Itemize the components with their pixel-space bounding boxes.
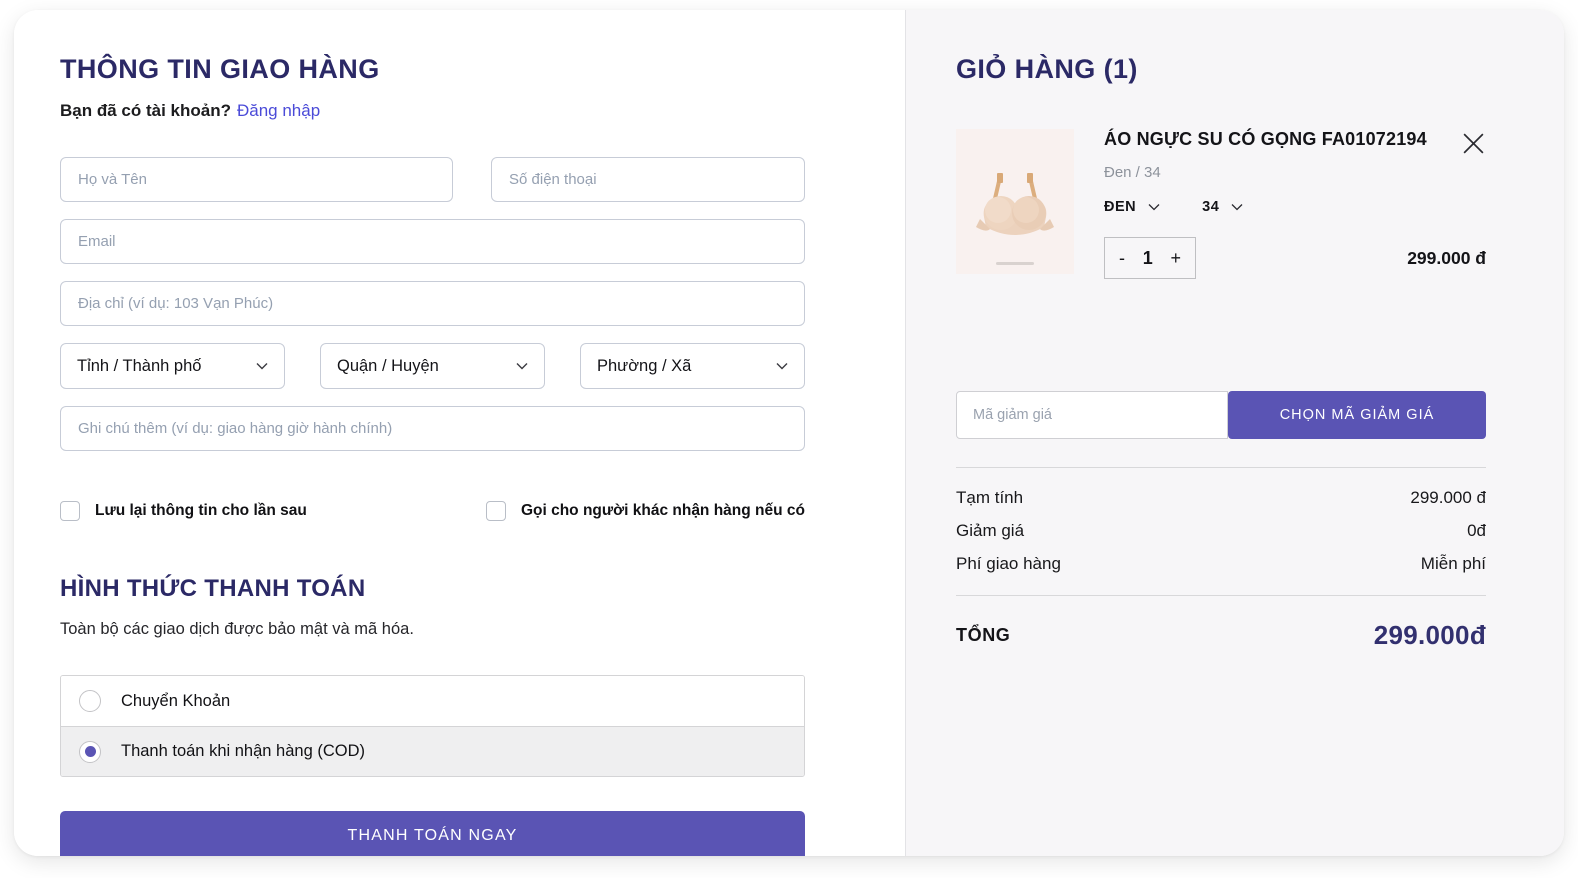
ward-select-value: Phường / Xã: [597, 357, 691, 376]
choose-discount-button[interactable]: CHỌN MÃ GIẢM GIÁ: [1228, 391, 1486, 439]
ward-select[interactable]: Phường / Xã: [580, 343, 805, 389]
address-field[interactable]: [60, 281, 805, 326]
secure-note: Toàn bộ các giao dịch được bảo mật và mã…: [60, 620, 805, 639]
province-select-value: Tỉnh / Thành phố: [77, 357, 201, 376]
subtotal-value: 299.000 đ: [1410, 488, 1486, 508]
product-name: ÁO NGỰC SU CÓ GỌNG FA01072194: [1104, 129, 1486, 150]
phone-field[interactable]: [491, 157, 805, 202]
shipping-form: Tỉnh / Thành phố Quận / Huyện Phường / X…: [60, 157, 805, 451]
subtotal-label: Tạm tính: [956, 488, 1023, 508]
radio-selected-icon: [79, 741, 101, 763]
call-other-label: Gọi cho người khác nhận hàng nếu có: [521, 502, 805, 520]
discount-label: Giảm giá: [956, 521, 1024, 541]
login-link[interactable]: Đăng nhập: [237, 101, 320, 120]
color-select-value: ĐEN: [1104, 199, 1136, 215]
payment-option-cod[interactable]: Thanh toán khi nhận hàng (COD): [61, 726, 804, 776]
item-price: 299.000 đ: [1407, 248, 1486, 269]
checkbox-icon: [486, 501, 506, 521]
chevron-down-icon: [1231, 203, 1243, 211]
quantity-stepper: - 1 +: [1104, 237, 1196, 279]
shipping-title: THÔNG TIN GIAO HÀNG: [60, 54, 805, 85]
payment-option-label: Thanh toán khi nhận hàng (COD): [121, 742, 365, 761]
district-select-value: Quận / Huyện: [337, 357, 439, 376]
call-other-checkbox[interactable]: Gọi cho người khác nhận hàng nếu có: [486, 501, 805, 521]
account-prompt: Bạn đã có tài khoản? Đăng nhập: [60, 101, 805, 121]
summary-divider: [956, 467, 1486, 468]
checkbox-row: Lưu lại thông tin cho lần sau Gọi cho ng…: [60, 501, 805, 521]
chevron-down-icon: [1148, 203, 1160, 211]
product-variant: Đen / 34: [1104, 164, 1486, 181]
summary-row-shipping: Phí giao hàng Miễn phí: [956, 547, 1486, 580]
size-select[interactable]: 34: [1202, 199, 1243, 215]
summary-row-discount: Giảm giá 0đ: [956, 514, 1486, 547]
discount-row: CHỌN MÃ GIẢM GIÁ: [956, 391, 1486, 439]
name-field[interactable]: [60, 157, 453, 202]
summary-row-subtotal: Tạm tính 299.000 đ: [956, 481, 1486, 514]
checkout-card: THÔNG TIN GIAO HÀNG Bạn đã có tài khoản?…: [14, 10, 1564, 856]
remove-item-icon[interactable]: [1461, 131, 1486, 156]
quantity-increase-button[interactable]: +: [1170, 248, 1181, 269]
save-info-checkbox[interactable]: Lưu lại thông tin cho lần sau: [60, 501, 307, 521]
total-label: TỔNG: [956, 625, 1010, 646]
radio-icon: [79, 690, 101, 712]
discount-value: 0đ: [1467, 521, 1486, 541]
save-info-label: Lưu lại thông tin cho lần sau: [95, 502, 307, 520]
shipping-panel: THÔNG TIN GIAO HÀNG Bạn đã có tài khoản?…: [14, 10, 905, 856]
total-divider: [956, 595, 1486, 596]
product-info: ÁO NGỰC SU CÓ GỌNG FA01072194 Đen / 34 Đ…: [1104, 129, 1486, 279]
chevron-down-icon: [516, 362, 528, 370]
quantity-decrease-button[interactable]: -: [1119, 248, 1125, 269]
email-field[interactable]: [60, 219, 805, 264]
total-value: 299.000đ: [1374, 620, 1486, 651]
checkbox-icon: [60, 501, 80, 521]
province-select[interactable]: Tỉnh / Thành phố: [60, 343, 285, 389]
shipping-fee-value: Miễn phí: [1421, 554, 1486, 574]
total-row: TỔNG 299.000đ: [956, 620, 1486, 651]
shipping-fee-label: Phí giao hàng: [956, 554, 1061, 574]
payment-title: HÌNH THỨC THANH TOÁN: [60, 575, 805, 603]
cart-title: GIỎ HÀNG (1): [956, 54, 1486, 85]
cart-item: ÁO NGỰC SU CÓ GỌNG FA01072194 Đen / 34 Đ…: [956, 129, 1486, 279]
quantity-value: 1: [1143, 248, 1153, 269]
district-select[interactable]: Quận / Huyện: [320, 343, 545, 389]
account-prompt-text: Bạn đã có tài khoản?: [60, 101, 231, 120]
color-select[interactable]: ĐEN: [1104, 199, 1160, 215]
payment-option-label: Chuyển Khoản: [121, 692, 230, 711]
size-select-value: 34: [1202, 199, 1219, 215]
pay-now-button[interactable]: THANH TOÁN NGAY: [60, 811, 805, 856]
payment-option-bank-transfer[interactable]: Chuyển Khoản: [61, 676, 804, 726]
chevron-down-icon: [776, 362, 788, 370]
payment-options: Chuyển Khoản Thanh toán khi nhận hàng (C…: [60, 675, 805, 777]
product-image: [956, 129, 1074, 274]
note-field[interactable]: [60, 406, 805, 451]
order-summary: Tạm tính 299.000 đ Giảm giá 0đ Phí giao …: [956, 481, 1486, 580]
discount-code-input[interactable]: [956, 391, 1228, 439]
chevron-down-icon: [256, 362, 268, 370]
cart-panel: GIỎ HÀNG (1): [905, 10, 1564, 856]
